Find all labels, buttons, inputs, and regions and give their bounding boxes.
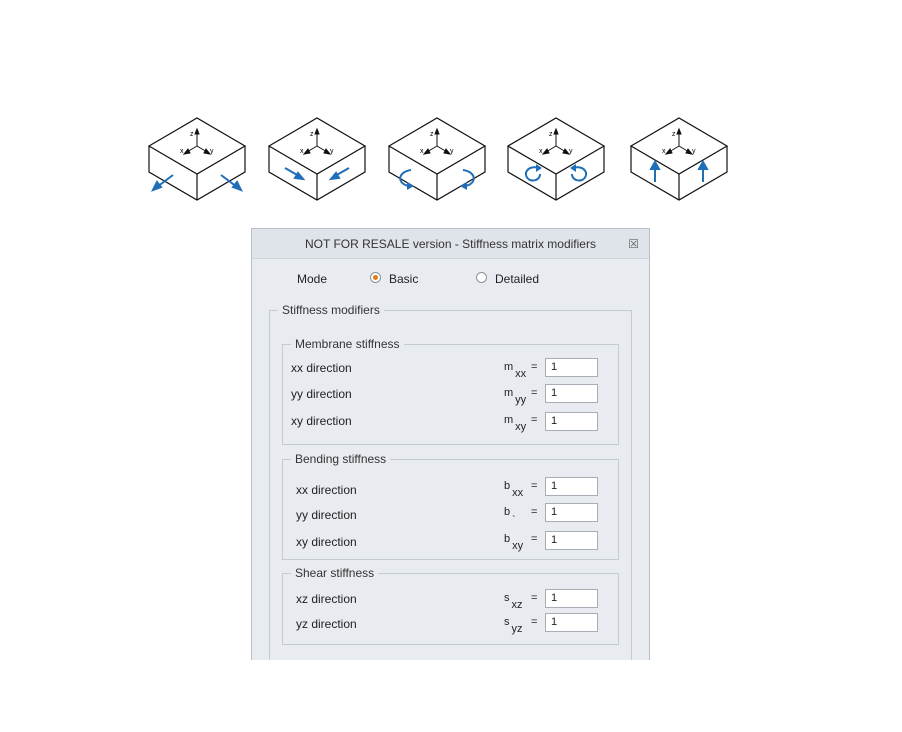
close-icon[interactable]: ☒ bbox=[628, 237, 639, 251]
equals-sign: = bbox=[531, 592, 538, 604]
equals-sign: = bbox=[531, 616, 538, 628]
bending-yy-symbol: bˎ bbox=[504, 506, 516, 518]
stiffness-modifiers-group: Stiffness modifiers Membrane stiffness x… bbox=[269, 303, 632, 660]
membrane-xx-label: xx direction bbox=[291, 361, 352, 375]
bending-xy-label: xy direction bbox=[296, 535, 357, 549]
x-axis-label: x bbox=[539, 148, 543, 155]
membrane-xy-label: xy direction bbox=[291, 414, 352, 428]
membrane-xx-cube-icon: z x y bbox=[147, 117, 247, 201]
mode-detailed-radio[interactable] bbox=[476, 272, 487, 283]
shear-xz-symbol: sxz bbox=[504, 592, 523, 611]
mode-basic-radio[interactable] bbox=[370, 272, 381, 283]
equals-sign: = bbox=[531, 480, 538, 492]
x-axis-label: x bbox=[300, 148, 304, 155]
mxy-input[interactable]: 1 bbox=[545, 412, 598, 431]
bending-xx-symbol: bxx bbox=[504, 480, 524, 499]
stiffness-matrix-dialog: NOT FOR RESALE version - Stiffness matri… bbox=[251, 228, 650, 660]
membrane-yy-label: yy direction bbox=[291, 387, 352, 401]
shear-stiffness-title: Shear stiffness bbox=[291, 566, 379, 580]
membrane-stiffness-title: Membrane stiffness bbox=[291, 337, 404, 351]
byy-input[interactable]: 1 bbox=[545, 503, 598, 522]
y-axis-label: y bbox=[692, 148, 696, 155]
bxy-input[interactable]: 1 bbox=[545, 531, 598, 550]
bending-yy-label: yy direction bbox=[296, 508, 357, 522]
syz-input[interactable]: 1 bbox=[545, 613, 598, 632]
z-axis-label: z bbox=[549, 131, 553, 138]
shear-cube-icon: z x y bbox=[629, 117, 729, 201]
z-axis-label: z bbox=[190, 131, 194, 138]
equals-sign: = bbox=[531, 361, 538, 373]
dialog-title: NOT FOR RESALE version - Stiffness matri… bbox=[305, 237, 596, 251]
y-axis-label: y bbox=[210, 148, 214, 155]
membrane-stiffness-group: Membrane stiffness xx direction mxx = 1 … bbox=[282, 337, 619, 445]
z-axis-label: z bbox=[672, 131, 676, 138]
x-axis-label: x bbox=[420, 148, 424, 155]
myy-input[interactable]: 1 bbox=[545, 384, 598, 403]
mxx-input[interactable]: 1 bbox=[545, 358, 598, 377]
dialog-titlebar[interactable]: NOT FOR RESALE version - Stiffness matri… bbox=[252, 229, 649, 259]
shear-xz-label: xz direction bbox=[296, 592, 357, 606]
bending-xx-label: xx direction bbox=[296, 483, 357, 497]
shear-yz-label: yz direction bbox=[296, 617, 357, 631]
y-axis-label: y bbox=[330, 148, 334, 155]
mode-detailed-label[interactable]: Detailed bbox=[495, 272, 539, 286]
sxz-input[interactable]: 1 bbox=[545, 589, 598, 608]
y-axis-label: y bbox=[450, 148, 454, 155]
z-axis-label: z bbox=[430, 131, 434, 138]
equals-sign: = bbox=[531, 506, 538, 518]
bending-stiffness-group: Bending stiffness xx direction bxx = 1 y… bbox=[282, 452, 619, 560]
membrane-xx-symbol: mxx bbox=[504, 361, 527, 380]
equals-sign: = bbox=[531, 414, 538, 426]
membrane-xy-symbol: mxy bbox=[504, 414, 527, 433]
equals-sign: = bbox=[531, 387, 538, 399]
bending-yy-cube-icon: z x y bbox=[506, 117, 606, 201]
bending-xx-cube-icon: z x y bbox=[387, 117, 487, 201]
equals-sign: = bbox=[531, 533, 538, 545]
bending-stiffness-title: Bending stiffness bbox=[291, 452, 391, 466]
bending-xy-symbol: bxy bbox=[504, 533, 524, 552]
mode-basic-label[interactable]: Basic bbox=[389, 272, 418, 286]
membrane-yy-cube-icon: z x y bbox=[267, 117, 367, 201]
z-axis-label: z bbox=[310, 131, 314, 138]
stiffness-modifiers-title: Stiffness modifiers bbox=[278, 303, 384, 317]
y-axis-label: y bbox=[569, 148, 573, 155]
bxx-input[interactable]: 1 bbox=[545, 477, 598, 496]
x-axis-label: x bbox=[180, 148, 184, 155]
x-axis-label: x bbox=[662, 148, 666, 155]
shear-yz-symbol: syz bbox=[504, 616, 523, 635]
shear-stiffness-group: Shear stiffness xz direction sxz = 1 yz … bbox=[282, 566, 619, 645]
mode-label: Mode bbox=[297, 272, 328, 286]
membrane-yy-symbol: myy bbox=[504, 387, 527, 406]
